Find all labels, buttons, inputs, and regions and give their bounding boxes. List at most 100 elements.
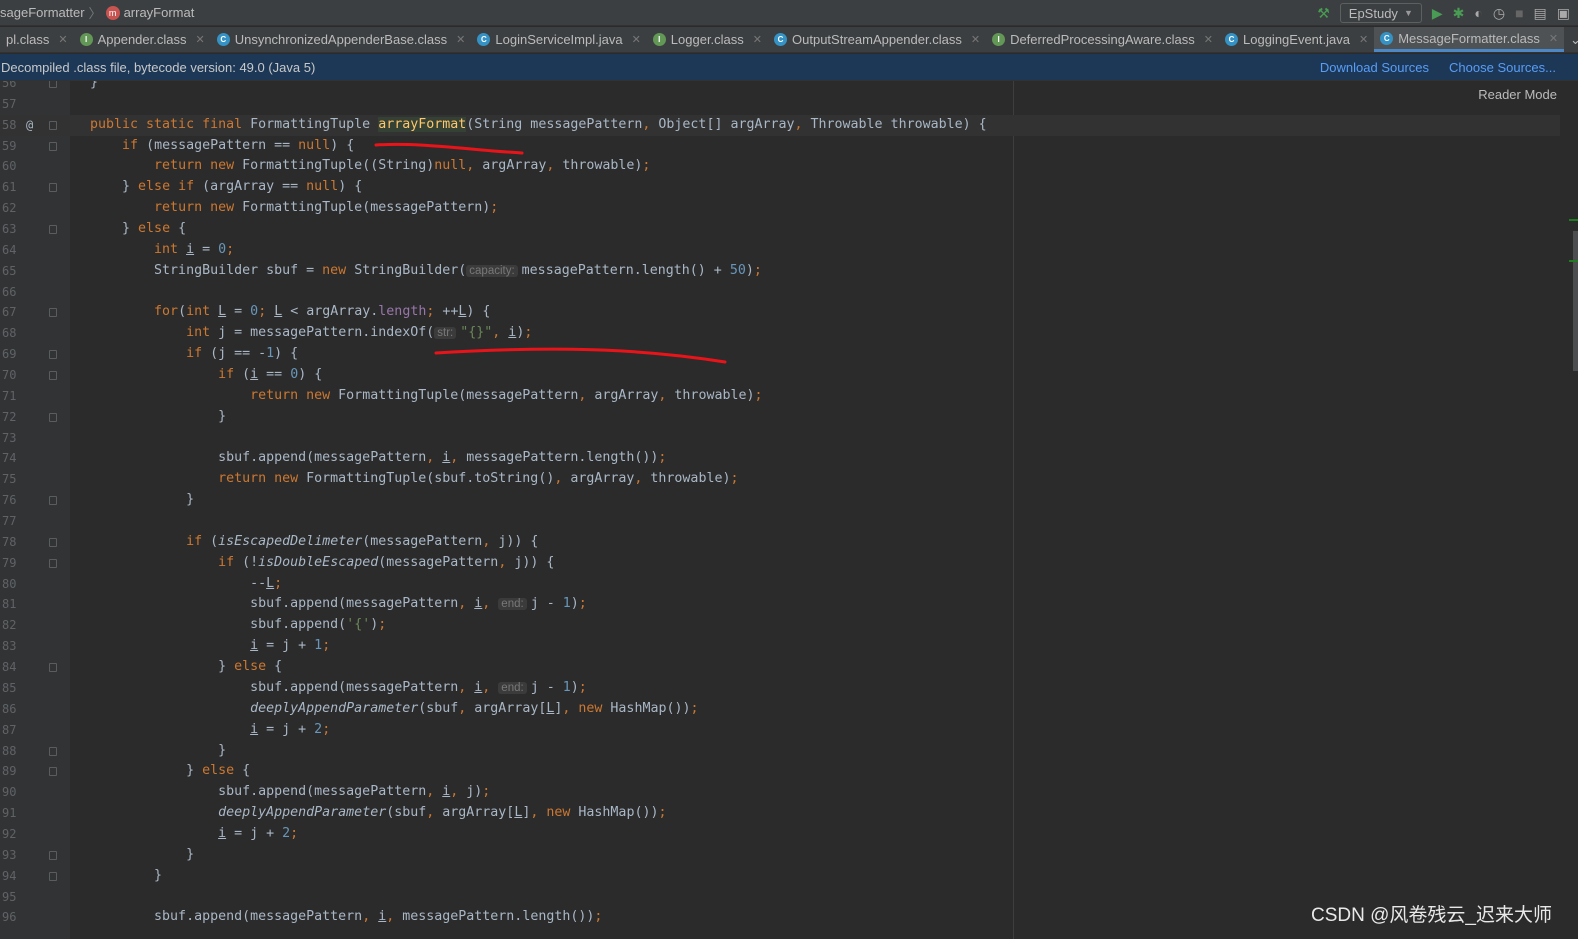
code-line[interactable]: 63 } else { [0, 219, 1560, 240]
code-line[interactable]: 92 i = j + 2; [0, 824, 1560, 845]
code-line[interactable]: 86 deeplyAppendParameter(sbuf, argArray[… [0, 699, 1560, 720]
line-number[interactable]: 95 [2, 887, 22, 908]
line-number[interactable]: 87 [2, 720, 22, 741]
code-line[interactable]: 90 sbuf.append(messagePattern, i, j); [0, 782, 1560, 803]
fold-icon[interactable] [49, 225, 57, 235]
line-number[interactable]: 72 [2, 407, 22, 428]
code-line[interactable]: 77 [0, 511, 1560, 532]
code-line[interactable]: 70 if (i == 0) { [0, 365, 1560, 386]
line-number[interactable]: 62 [2, 198, 22, 219]
code-line[interactable]: 64 int i = 0; [0, 240, 1560, 261]
fold-icon[interactable] [49, 371, 57, 381]
line-number[interactable]: 56 [2, 81, 22, 94]
code-editor[interactable]: 56} 57 58 @ public static final FormattingTu… [0, 81, 1578, 939]
line-number[interactable]: 89 [2, 761, 22, 782]
code-line[interactable]: 59 if (messagePattern == null) { [0, 136, 1560, 157]
fold-icon[interactable] [49, 120, 57, 130]
tab-loginserviceimpl-java[interactable]: C LoginServiceImpl.java ✕ [471, 27, 646, 52]
line-number[interactable]: 75 [2, 469, 22, 490]
code-line[interactable]: 82 sbuf.append('{'); [0, 615, 1560, 636]
code-line[interactable]: 74 sbuf.append(messagePattern, i, messag… [0, 448, 1560, 469]
choose-sources-link[interactable]: Choose Sources... [1449, 60, 1556, 75]
code-line[interactable]: 58 @ public static final FormattingTuple a… [0, 114, 1560, 136]
line-number[interactable]: 78 [2, 532, 22, 553]
code-line[interactable]: 75 return new FormattingTuple(sbuf.toStr… [0, 469, 1560, 490]
line-number[interactable]: 67 [2, 302, 22, 323]
code-line[interactable]: 80 --L; [0, 574, 1560, 595]
line-number[interactable]: 92 [2, 824, 22, 845]
profile-icon[interactable]: ◷ [1493, 6, 1505, 20]
line-number[interactable]: 86 [2, 699, 22, 720]
close-tab-icon[interactable]: ✕ [1204, 33, 1213, 46]
line-number[interactable]: 90 [2, 782, 22, 803]
tab-deferredprocessingaware-class[interactable]: I DeferredProcessingAware.class ✕ [986, 27, 1219, 52]
scrollbar[interactable] [1573, 231, 1578, 371]
line-number[interactable]: 60 [2, 156, 22, 177]
close-tab-icon[interactable]: ✕ [1549, 32, 1558, 45]
line-number[interactable]: 83 [2, 636, 22, 657]
line-number[interactable]: 73 [2, 428, 22, 449]
code-line[interactable]: 87 i = j + 2; [0, 720, 1560, 741]
project-structure-icon[interactable]: ▤ [1534, 6, 1547, 20]
code-line[interactable]: 89 } else { [0, 761, 1560, 782]
line-number[interactable]: 91 [2, 803, 22, 824]
build-hammer-icon[interactable]: ⚒ [1317, 6, 1330, 20]
line-number[interactable]: 65 [2, 261, 22, 282]
line-number[interactable]: 74 [2, 448, 22, 469]
line-number[interactable]: 64 [2, 240, 22, 261]
code-line[interactable]: 71 return new FormattingTuple(messagePat… [0, 386, 1560, 407]
reader-mode-button[interactable]: Reader Mode [1478, 87, 1557, 102]
code-line[interactable]: 84 } else { [0, 657, 1560, 678]
fold-icon[interactable] [49, 81, 57, 88]
close-tab-icon[interactable]: ✕ [58, 33, 67, 46]
line-number[interactable]: 68 [2, 323, 22, 344]
line-number[interactable]: 84 [2, 657, 22, 678]
breadcrumb-class[interactable]: sageFormatter [0, 5, 85, 20]
fold-icon[interactable] [49, 350, 57, 360]
code-line[interactable]: 60 return new FormattingTuple((String)nu… [0, 156, 1560, 177]
tab-loggingevent-java[interactable]: C LoggingEvent.java ✕ [1219, 27, 1374, 52]
line-number[interactable]: 88 [2, 741, 22, 762]
code-line[interactable]: 73 [0, 428, 1560, 449]
download-sources-link[interactable]: Download Sources [1320, 60, 1429, 75]
code-line[interactable]: 83 i = j + 1; [0, 636, 1560, 657]
code-line[interactable]: 76 } [0, 490, 1560, 511]
line-number[interactable]: 70 [2, 365, 22, 386]
fold-icon[interactable] [49, 412, 57, 422]
code-line[interactable]: 72 } [0, 407, 1560, 428]
fold-icon[interactable] [49, 663, 57, 673]
code-line[interactable]: 78 if (isEscapedDelimeter(messagePattern… [0, 532, 1560, 553]
tab-messageformatter-class[interactable]: C MessageFormatter.class ✕ [1374, 27, 1565, 52]
tab-logger-class[interactable]: I Logger.class ✕ [647, 27, 768, 52]
fold-icon[interactable] [49, 746, 57, 756]
fold-icon[interactable] [49, 767, 57, 777]
line-number[interactable]: 63 [2, 219, 22, 240]
code-line[interactable]: 93 } [0, 845, 1560, 866]
tab-appender-class[interactable]: I Appender.class ✕ [74, 27, 211, 52]
tab-pl-class[interactable]: pl.class ✕ [0, 27, 74, 52]
line-number[interactable]: 96 [2, 907, 22, 928]
code-line[interactable]: 57 [0, 94, 1560, 115]
tab-overflow-chevron-icon[interactable]: ⌄ [1564, 27, 1578, 52]
code-line[interactable]: 66 [0, 282, 1560, 303]
code-line[interactable]: 79 if (!isDoubleEscaped(messagePattern, … [0, 553, 1560, 574]
code-line[interactable]: 62 return new FormattingTuple(messagePat… [0, 198, 1560, 219]
line-number[interactable]: 94 [2, 866, 22, 887]
line-number[interactable]: 69 [2, 344, 22, 365]
breadcrumb-method[interactable]: arrayFormat [124, 5, 195, 20]
code-line[interactable]: 81 sbuf.append(messagePattern, i, end: j … [0, 594, 1560, 615]
run-icon[interactable]: ▶ [1432, 6, 1443, 20]
code-line[interactable]: 88 } [0, 741, 1560, 762]
code-line[interactable]: 69 if (j == -1) { [0, 344, 1560, 365]
tab-outputstreamappender-class[interactable]: C OutputStreamAppender.class ✕ [768, 27, 986, 52]
run-panel-icon[interactable]: ▣ [1557, 6, 1570, 20]
code-line[interactable]: 56} [0, 81, 1560, 94]
coverage-icon[interactable]: ◐ [1474, 6, 1482, 20]
code-line[interactable]: 61 } else if (argArray == null) { [0, 177, 1560, 198]
line-number[interactable]: 85 [2, 678, 22, 699]
line-number[interactable]: 82 [2, 615, 22, 636]
code-line[interactable]: 67 for(int L = 0; L < argArray.length; +… [0, 302, 1560, 323]
code-line[interactable]: 85 sbuf.append(messagePattern, i, end: j … [0, 678, 1560, 699]
line-number[interactable]: 57 [2, 94, 22, 115]
line-number[interactable]: 71 [2, 386, 22, 407]
